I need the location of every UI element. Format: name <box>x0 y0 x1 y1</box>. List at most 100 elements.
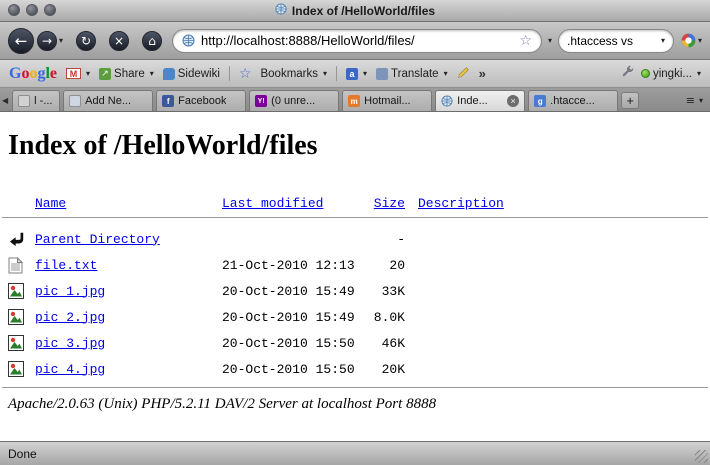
file-link[interactable]: file.txt <box>35 258 97 273</box>
back-button[interactable]: ← <box>8 28 34 54</box>
location-dropdown-icon[interactable]: ▾ <box>548 36 552 45</box>
image-file-icon <box>8 283 35 299</box>
tab-0[interactable]: l -... <box>12 90 60 111</box>
image-file-icon <box>8 335 35 351</box>
directory-listing: Name Last modified Size Description Pare… <box>0 194 710 413</box>
sidewiki-button[interactable]: Sidewiki <box>163 68 220 80</box>
tab-label: l -... <box>34 95 52 107</box>
forward-button[interactable]: → <box>37 31 57 51</box>
account-dropdown-icon: ▾ <box>697 69 701 78</box>
search-box[interactable]: .htaccess vs ▾ <box>558 29 674 53</box>
share-dropdown-icon: ▾ <box>150 69 154 78</box>
reload-button[interactable]: ↻ <box>76 31 96 51</box>
account-button[interactable]: yingki... ▾ <box>641 68 701 80</box>
tab-facebook[interactable]: f Facebook <box>156 90 246 111</box>
bookmark-star-icon[interactable]: ☆ <box>519 33 532 49</box>
history-dropdown-icon[interactable]: ▾ <box>59 36 63 45</box>
bookmarks-menu-button[interactable]: Bookmarks ▾ <box>260 68 327 80</box>
list-all-tabs-button[interactable]: ≡ ▾ <box>682 93 707 108</box>
new-tab-button[interactable]: + <box>621 92 639 109</box>
hotmail-icon: m <box>348 95 360 107</box>
tab-yahoo-mail[interactable]: Y! (0 unre... <box>249 90 339 111</box>
page-proxy-globe-icon <box>275 3 287 18</box>
text-file-icon <box>8 257 35 274</box>
translate-button[interactable]: Translate ▾ <box>376 68 448 80</box>
google-result-icon: g <box>534 95 546 107</box>
modified-cell: 20-Oct-2010 15:50 <box>222 336 352 351</box>
autofill-icon: a <box>346 68 358 80</box>
wrench-settings-icon[interactable] <box>620 65 634 82</box>
modified-cell: 20-Oct-2010 15:49 <box>222 284 352 299</box>
site-favicon-globe-icon <box>182 34 195 47</box>
divider-bottom <box>2 387 708 388</box>
google-toolbar: Google M ▾ ↗ Share ▾ Sidewiki ☆ Bookmark… <box>0 60 710 88</box>
size-cell: - <box>352 232 405 247</box>
autofill-button[interactable]: a ▾ <box>346 68 367 80</box>
sort-by-name-link[interactable]: Name <box>35 196 66 211</box>
yahoo-icon: Y! <box>255 95 267 107</box>
tab-htaccess-search[interactable]: g .htacce... <box>528 90 618 111</box>
modified-cell: 21-Oct-2010 12:13 <box>222 258 352 273</box>
tab-index-active[interactable]: Inde... × <box>435 90 525 111</box>
file-link[interactable]: pic 4.jpg <box>35 362 105 377</box>
tab-label: Hotmail... <box>364 95 410 107</box>
tab-close-button[interactable]: × <box>507 95 519 107</box>
url-text[interactable]: http://localhost:8888/HelloWorld/files/ <box>201 33 513 48</box>
account-name: yingki... <box>653 68 692 80</box>
google-toolbar-right: yingki... ▾ <box>620 65 701 82</box>
toolbar-overflow-chevron[interactable]: » <box>479 66 486 81</box>
bookmarks-label: Bookmarks <box>260 68 318 80</box>
browser-window: Index of /HelloWorld/files ← → ▾ ↻ × ⌂ h… <box>0 0 710 465</box>
search-dropdown-icon[interactable]: ▾ <box>661 36 665 45</box>
home-button[interactable]: ⌂ <box>142 31 162 51</box>
tab-bar: ◀ l -... Add Ne... f Facebook Y! (0 unre… <box>0 88 710 112</box>
page-title: Index of /HelloWorld/files <box>8 130 710 162</box>
status-text: Done <box>8 447 37 461</box>
bookmarks-dropdown-icon: ▾ <box>323 69 327 78</box>
stop-button[interactable]: × <box>109 31 129 51</box>
status-bar: Done <box>0 441 710 465</box>
size-cell: 20 <box>352 258 405 273</box>
google-logo[interactable]: Google <box>9 65 57 83</box>
facebook-icon: f <box>162 95 174 107</box>
modified-cell: 20-Oct-2010 15:50 <box>222 362 352 377</box>
file-link[interactable]: pic 2.jpg <box>35 310 105 325</box>
tab-hotmail[interactable]: m Hotmail... <box>342 90 432 111</box>
image-file-icon <box>8 309 35 325</box>
sort-by-modified-link[interactable]: Last modified <box>222 196 323 211</box>
gmail-button[interactable]: M ▾ <box>66 68 90 79</box>
minimize-window-button[interactable] <box>26 4 38 16</box>
google-ball-dropdown-icon[interactable]: ▾ <box>698 36 702 45</box>
tab-scroll-left-button[interactable]: ◀ <box>1 96 9 105</box>
location-bar[interactable]: http://localhost:8888/HelloWorld/files/ … <box>172 29 542 53</box>
google-ball-icon[interactable] <box>681 33 696 48</box>
listing-row-file: pic 2.jpg 20-Oct-2010 15:49 8.0K <box>0 304 710 330</box>
file-link[interactable]: pic 3.jpg <box>35 336 105 351</box>
listing-row-file: file.txt 21-Oct-2010 12:13 20 <box>0 252 710 278</box>
search-text[interactable]: .htaccess vs <box>567 34 656 48</box>
file-link[interactable]: pic 1.jpg <box>35 284 105 299</box>
size-cell: 8.0K <box>352 310 405 325</box>
tab-add-new[interactable]: Add Ne... <box>63 90 153 111</box>
share-button[interactable]: ↗ Share ▾ <box>99 68 154 80</box>
highlighter-pen-icon[interactable] <box>457 66 470 82</box>
tab-label: Inde... <box>457 95 488 107</box>
translate-label: Translate <box>391 68 439 80</box>
sort-by-description-link[interactable]: Description <box>418 196 504 211</box>
toolbar-star-icon[interactable]: ☆ <box>239 66 252 82</box>
tab-list-icon: ≡ <box>686 94 695 107</box>
globe-icon <box>441 95 453 107</box>
tab-list-dropdown-icon: ▾ <box>699 96 703 105</box>
page-content: Index of /HelloWorld/files Name Last mod… <box>0 112 710 441</box>
toolbar-separator <box>336 66 337 81</box>
zoom-window-button[interactable] <box>44 4 56 16</box>
resize-grip[interactable] <box>695 450 708 463</box>
parent-directory-icon <box>8 231 35 247</box>
parent-directory-link[interactable]: Parent Directory <box>35 232 160 247</box>
listing-row-file: pic 3.jpg 20-Oct-2010 15:50 46K <box>0 330 710 356</box>
tab-label: Add Ne... <box>85 95 131 107</box>
close-window-button[interactable] <box>8 4 20 16</box>
sort-by-size-link[interactable]: Size <box>374 196 405 211</box>
listing-row-file: pic 1.jpg 20-Oct-2010 15:49 33K <box>0 278 710 304</box>
sidewiki-label: Sidewiki <box>178 68 220 80</box>
